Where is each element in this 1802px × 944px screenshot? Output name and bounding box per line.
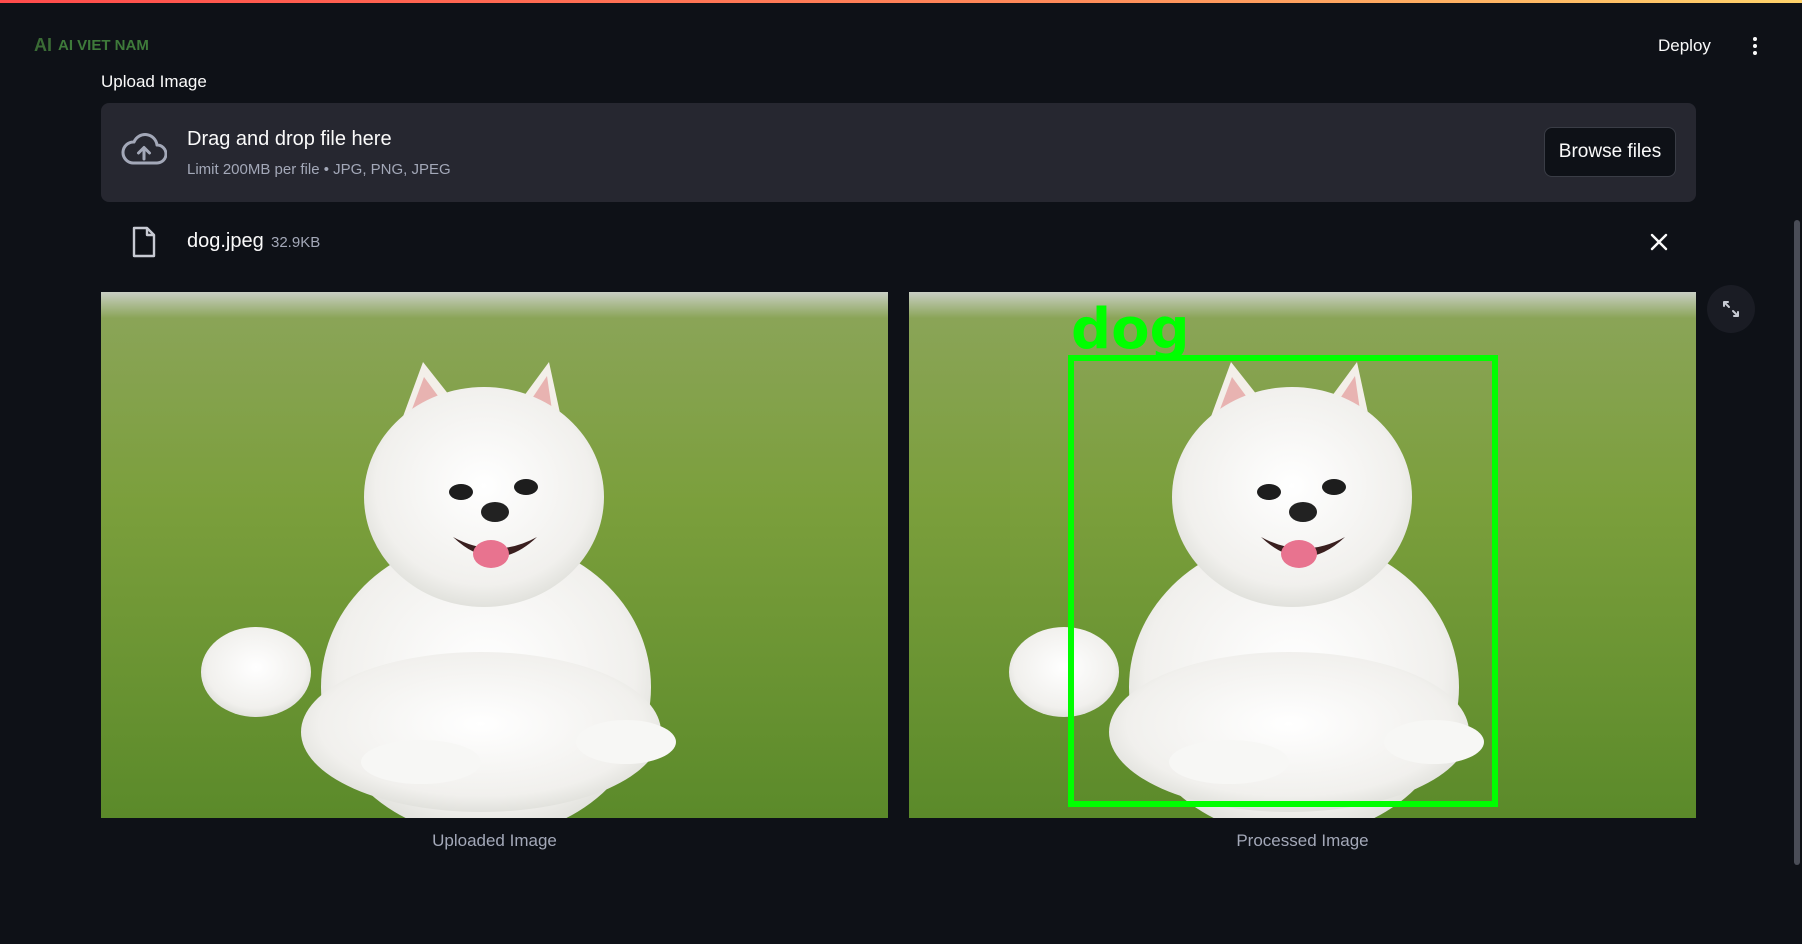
deploy-button[interactable]: Deploy [1658, 34, 1711, 58]
vertical-dots-icon[interactable] [1748, 34, 1762, 58]
logo-mark-icon: AI [34, 34, 52, 55]
file-dropzone[interactable]: Drag and drop file here Limit 200MB per … [101, 103, 1696, 202]
processed-image-caption: Processed Image [1236, 831, 1369, 850]
processed-image: dog [909, 292, 1696, 818]
app-root: AI AI VIET NAM Deploy Upload Image Drag … [0, 0, 1802, 944]
file-name: dog.jpeg [187, 230, 264, 252]
dropzone-title: Drag and drop file here [187, 128, 392, 150]
fullscreen-button[interactable] [1707, 285, 1755, 333]
brand-logo: AI AI VIET NAM [34, 35, 149, 55]
dropzone-subtitle: Limit 200MB per file • JPG, PNG, JPEG [187, 161, 451, 178]
top-decoration-bar [0, 0, 1802, 3]
detection-label: dog [1071, 297, 1190, 362]
file-icon [132, 226, 156, 258]
upload-label: Upload Image [101, 72, 207, 91]
close-icon[interactable] [1647, 230, 1671, 254]
browse-files-button[interactable]: Browse files [1544, 127, 1676, 177]
file-size: 32.9KB [271, 234, 321, 251]
uploaded-image [101, 292, 888, 818]
uploaded-image-caption: Uploaded Image [432, 831, 557, 850]
logo-text: AI VIET NAM [58, 36, 149, 54]
cloud-upload-icon [121, 133, 167, 165]
vertical-scrollbar[interactable] [1794, 220, 1800, 865]
uploaded-file-row: dog.jpeg 32.9KB [101, 222, 1696, 260]
expand-icon [1723, 301, 1739, 317]
